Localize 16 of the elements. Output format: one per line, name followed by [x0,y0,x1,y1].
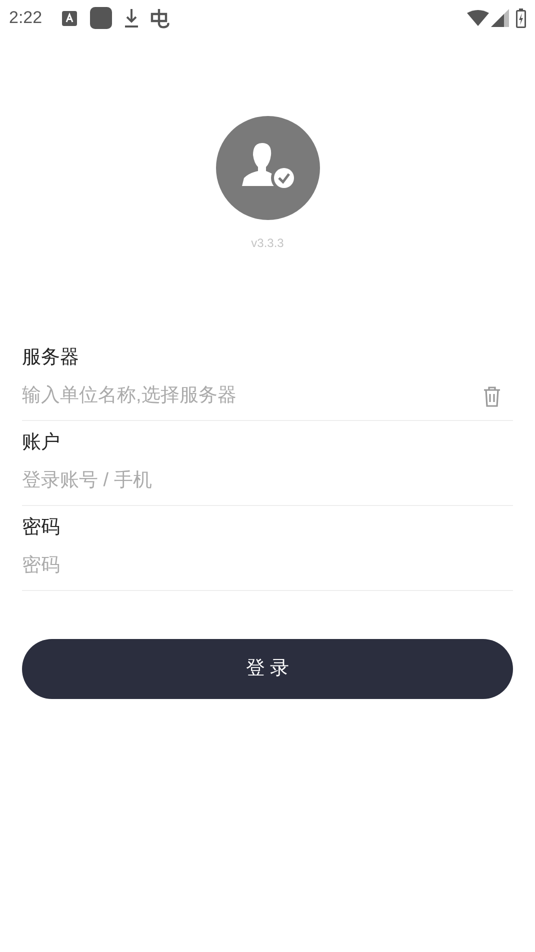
trash-icon[interactable] [483,386,501,406]
download-icon [124,8,140,28]
field-label: 服务器 [22,346,80,370]
version-label: v3.3.3 [251,235,284,252]
status-time: 2:22 [9,7,42,30]
keyboard-notification-icon [62,10,78,26]
signal-icon [491,9,509,27]
square-notification-icon [90,7,112,29]
field-label: 密码 [22,516,61,540]
field-label: 账户 [22,431,61,455]
wifi-icon [467,10,489,26]
input-field[interactable]: 密码 [22,552,513,580]
battery-icon [516,8,526,28]
input-field[interactable]: 输入单位名称,选择服务器 [22,382,483,410]
login-button[interactable]: 登 录 [22,639,513,699]
input-field[interactable]: 登录账号 / 手机 [22,467,513,495]
